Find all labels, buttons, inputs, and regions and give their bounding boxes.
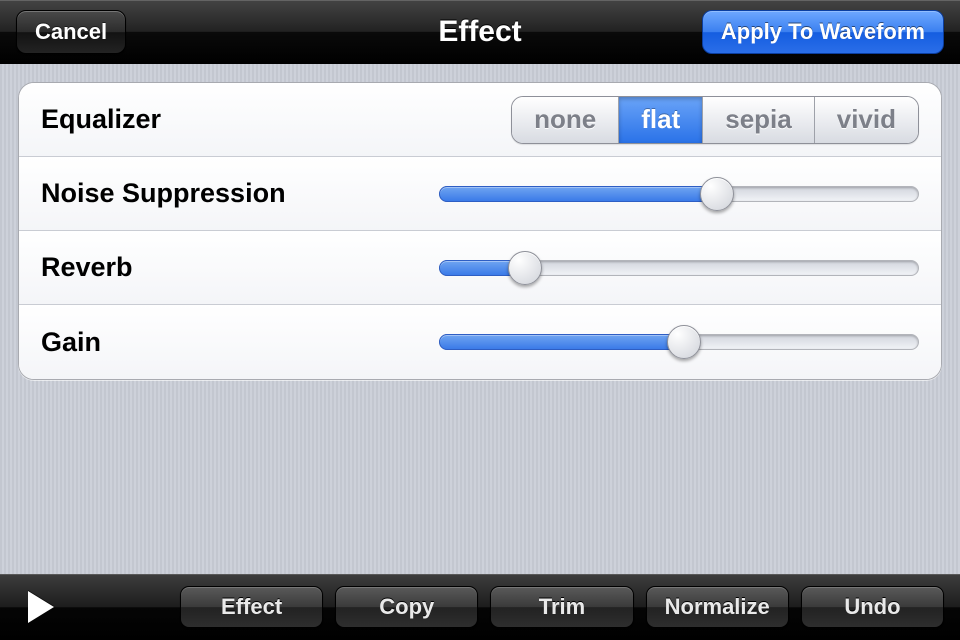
toolbar-trim-button[interactable]: Trim [490, 586, 633, 628]
cancel-button[interactable]: Cancel [16, 10, 126, 54]
row-reverb: Reverb [19, 231, 941, 305]
equalizer-label: Equalizer [41, 104, 427, 135]
noise-control [427, 182, 919, 206]
apply-label: Apply To Waveform [721, 19, 925, 45]
cancel-label: Cancel [35, 19, 107, 45]
navbar: Cancel Effect Apply To Waveform [0, 0, 960, 64]
reverb-label: Reverb [41, 252, 427, 283]
bottom-toolbar: Effect Copy Trim Normalize Undo [0, 574, 960, 640]
toolbar-copy-label: Copy [379, 594, 434, 620]
equalizer-segment-sepia[interactable]: sepia [703, 97, 815, 143]
toolbar-trim-label: Trim [539, 594, 585, 620]
play-icon [28, 591, 54, 623]
toolbar-normalize-button[interactable]: Normalize [646, 586, 789, 628]
toolbar-undo-button[interactable]: Undo [801, 586, 944, 628]
gain-label: Gain [41, 327, 427, 358]
row-equalizer: Equalizer noneflatsepiavivid [19, 83, 941, 157]
equalizer-segment-vivid[interactable]: vivid [815, 97, 918, 143]
settings-group: Equalizer noneflatsepiavivid Noise Suppr… [18, 82, 942, 380]
slider-fill [439, 334, 684, 350]
content-area: Equalizer noneflatsepiavivid Noise Suppr… [0, 64, 960, 574]
toolbar-copy-button[interactable]: Copy [335, 586, 478, 628]
equalizer-segment-flat[interactable]: flat [619, 97, 703, 143]
toolbar-normalize-label: Normalize [665, 594, 770, 620]
play-button[interactable] [16, 585, 66, 629]
slider-thumb[interactable] [700, 177, 734, 211]
gain-slider[interactable] [439, 330, 919, 354]
row-gain: Gain [19, 305, 941, 379]
noise-slider[interactable] [439, 182, 919, 206]
row-noise-suppression: Noise Suppression [19, 157, 941, 231]
noise-label: Noise Suppression [41, 178, 427, 209]
reverb-slider[interactable] [439, 256, 919, 280]
equalizer-segment-none[interactable]: none [512, 97, 619, 143]
toolbar-effect-label: Effect [221, 594, 282, 620]
gain-control [427, 330, 919, 354]
slider-fill [439, 186, 717, 202]
equalizer-segmented[interactable]: noneflatsepiavivid [511, 96, 919, 144]
toolbar-undo-label: Undo [844, 594, 900, 620]
apply-button[interactable]: Apply To Waveform [702, 10, 944, 54]
reverb-control [427, 256, 919, 280]
slider-thumb[interactable] [508, 251, 542, 285]
slider-thumb[interactable] [667, 325, 701, 359]
toolbar-effect-button[interactable]: Effect [180, 586, 323, 628]
equalizer-control: noneflatsepiavivid [427, 96, 919, 144]
